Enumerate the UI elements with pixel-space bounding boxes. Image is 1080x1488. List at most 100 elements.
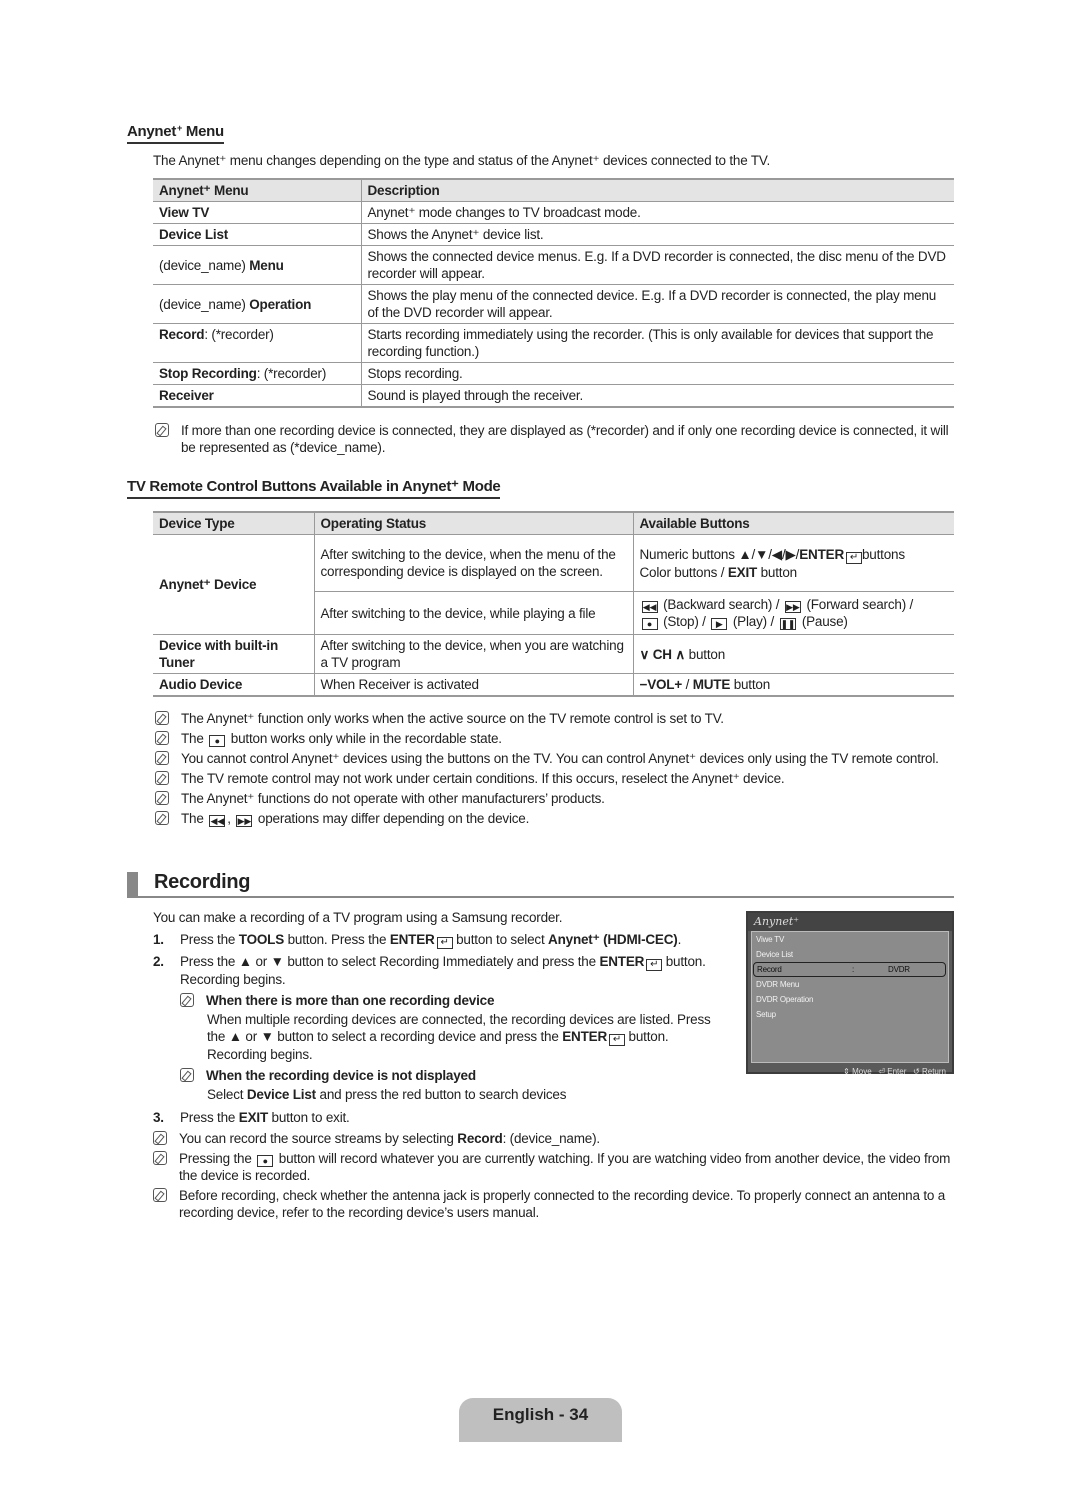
table-row: Audio Device When Receiver is activated … [153, 673, 954, 697]
note-text: button works only while in the recordabl… [230, 731, 502, 746]
menu-cell: Record: (*recorder) [153, 323, 362, 363]
column-header: Operating Status [314, 511, 634, 535]
return-hint: Return [921, 1067, 946, 1076]
status-cell: After switching to the device, while pla… [314, 591, 634, 635]
text: Select [207, 1087, 247, 1102]
note: When the recording device is not display… [180, 1067, 713, 1084]
text: button will record whatever you are curr… [179, 1151, 951, 1183]
note-text: operations may differ depending on the d… [257, 811, 530, 826]
device-type-cell: Anynet⁺ Device [153, 534, 315, 635]
step-number: 2. [153, 954, 164, 969]
text: Device List [246, 1087, 316, 1102]
move-hint: Move [852, 1067, 872, 1076]
menu-cell: (device_name) Operation [153, 284, 362, 324]
text: button [757, 564, 798, 580]
osd-menu-item[interactable]: DVDR Menu [752, 977, 948, 992]
text: Pressing the [179, 1151, 252, 1166]
note-text: The Anynet⁺ function only works when the… [181, 711, 724, 726]
intro-text: You can make a recording of a TV program… [153, 910, 563, 925]
note-icon [155, 811, 169, 825]
note-icon [180, 993, 194, 1007]
anynet-menu-table: Anynet⁺ Menu Description View TV Anynet⁺ … [153, 178, 954, 408]
anynet-menu-heading: Anynet+ Menu [127, 123, 224, 144]
menu-cell: Stop Recording: (*recorder) [153, 362, 362, 385]
note: The Anynet⁺ function only works when the… [155, 710, 955, 727]
osd-menu-item[interactable]: Viwe TV [752, 932, 948, 947]
table-header-row: Anynet⁺ Menu Description [153, 178, 954, 202]
text: Numeric buttons ▲/▼/◀/▶/ [639, 546, 800, 562]
enter-icon: ⏎ [878, 1067, 886, 1076]
remote-buttons-table: Device Type Operating Status Available B… [153, 511, 954, 697]
text: button to exit. [268, 1110, 350, 1125]
note-icon [153, 1131, 167, 1145]
text: (device_name) [159, 296, 250, 312]
text: ENTER [599, 954, 645, 969]
text: EXIT [238, 1110, 268, 1125]
osd-menu-item[interactable]: Setup [752, 1007, 948, 1022]
text: Press the [180, 932, 239, 947]
table-row: Device List Shows the Anynet⁺ device list… [153, 223, 954, 246]
item-value: DVDR [888, 965, 910, 974]
heading-text: Recording [154, 871, 251, 893]
text: TOOLS [238, 932, 285, 947]
status-cell: When Receiver is activated [314, 673, 634, 697]
text: EXIT [727, 564, 758, 580]
note-body: When multiple recording devices are conn… [207, 1011, 713, 1063]
osd-menu-item[interactable]: Device List [752, 947, 948, 962]
osd-menu-item-selected[interactable]: Record : DVDR [753, 962, 946, 977]
text: ENTER [562, 1029, 607, 1044]
table-row: (device_name) Operation Shows the play me… [153, 284, 954, 324]
buttons-cell: Numeric buttons ▲/▼/◀/▶/ENTER ↵ buttons Co… [633, 534, 954, 592]
text: CH [652, 646, 672, 662]
osd-menu: Viwe TV Device List Record : DVDR DVDR M… [751, 931, 949, 1063]
text: ENTER [799, 546, 844, 562]
note-icon [153, 1151, 167, 1165]
note-icon [155, 771, 169, 785]
text: (Forward search) / [806, 597, 914, 612]
step: 1. Press the TOOLS button. Press the ENT… [153, 931, 713, 949]
buttons-cell: ∨ CH ∧ button [633, 634, 954, 674]
text: button [730, 677, 771, 692]
text: Record [457, 1131, 503, 1146]
chevron-down-icon: ∨ [639, 646, 650, 662]
table-row: Stop Recording: (*recorder) Stops recordi… [153, 362, 954, 385]
text: (Stop) / [663, 614, 706, 629]
note: The Anynet⁺ functions do not operate wit… [155, 790, 955, 807]
text: buttons [862, 546, 905, 562]
menu-cell: View TV [153, 201, 362, 224]
table-row: Device with built-in Tuner After switchi… [153, 634, 954, 674]
description-cell: Anynet⁺ mode changes to TV broadcast mod… [361, 201, 954, 224]
note-icon [155, 711, 169, 725]
menu-cell: (device_name) Menu [153, 245, 362, 285]
note-text: The Anynet⁺ functions do not operate wit… [181, 791, 605, 806]
osd-menu-item[interactable]: DVDR Operation [752, 992, 948, 1007]
text: Menu [249, 257, 284, 273]
text: Receiver [159, 388, 214, 403]
column-header: Device Type [153, 511, 315, 535]
text: (device_name) [159, 257, 250, 273]
separator: : [852, 965, 855, 974]
note-title: When the recording device is not display… [206, 1068, 476, 1083]
note: The TV remote control may not work under… [155, 770, 955, 787]
note-text: If more than one recording device is con… [181, 423, 949, 455]
note-icon [180, 1068, 194, 1082]
buttons-cell: ◀◀ (Backward search) / ▶▶ (Forward searc… [633, 591, 954, 635]
note: Pressing the ● button will record whatev… [153, 1150, 953, 1184]
note: You cannot control Anynet⁺ devices using… [155, 750, 955, 767]
text: View TV [159, 205, 210, 220]
description-cell: Stops recording. [361, 362, 954, 385]
record-icon: ● [209, 735, 226, 747]
device-type-cell: Device with built-in Tuner [153, 634, 315, 674]
buttons-cell: −VOL+ / MUTE button [633, 673, 954, 697]
note-icon [155, 751, 169, 765]
description-cell: Shows the connected device menus. E.g. I… [361, 245, 954, 285]
text: Operation [249, 296, 312, 312]
text: Record [159, 327, 205, 342]
column-header: Anynet⁺ Menu [153, 178, 362, 202]
enter-icon: ↵ [646, 959, 663, 971]
chevron-up-icon: ∧ [675, 646, 686, 662]
text: : (*recorder) [256, 366, 327, 381]
text: and press the red button to search devic… [315, 1087, 567, 1102]
note-title: When there is more than one recording de… [206, 993, 495, 1008]
text: MUTE [692, 677, 731, 692]
